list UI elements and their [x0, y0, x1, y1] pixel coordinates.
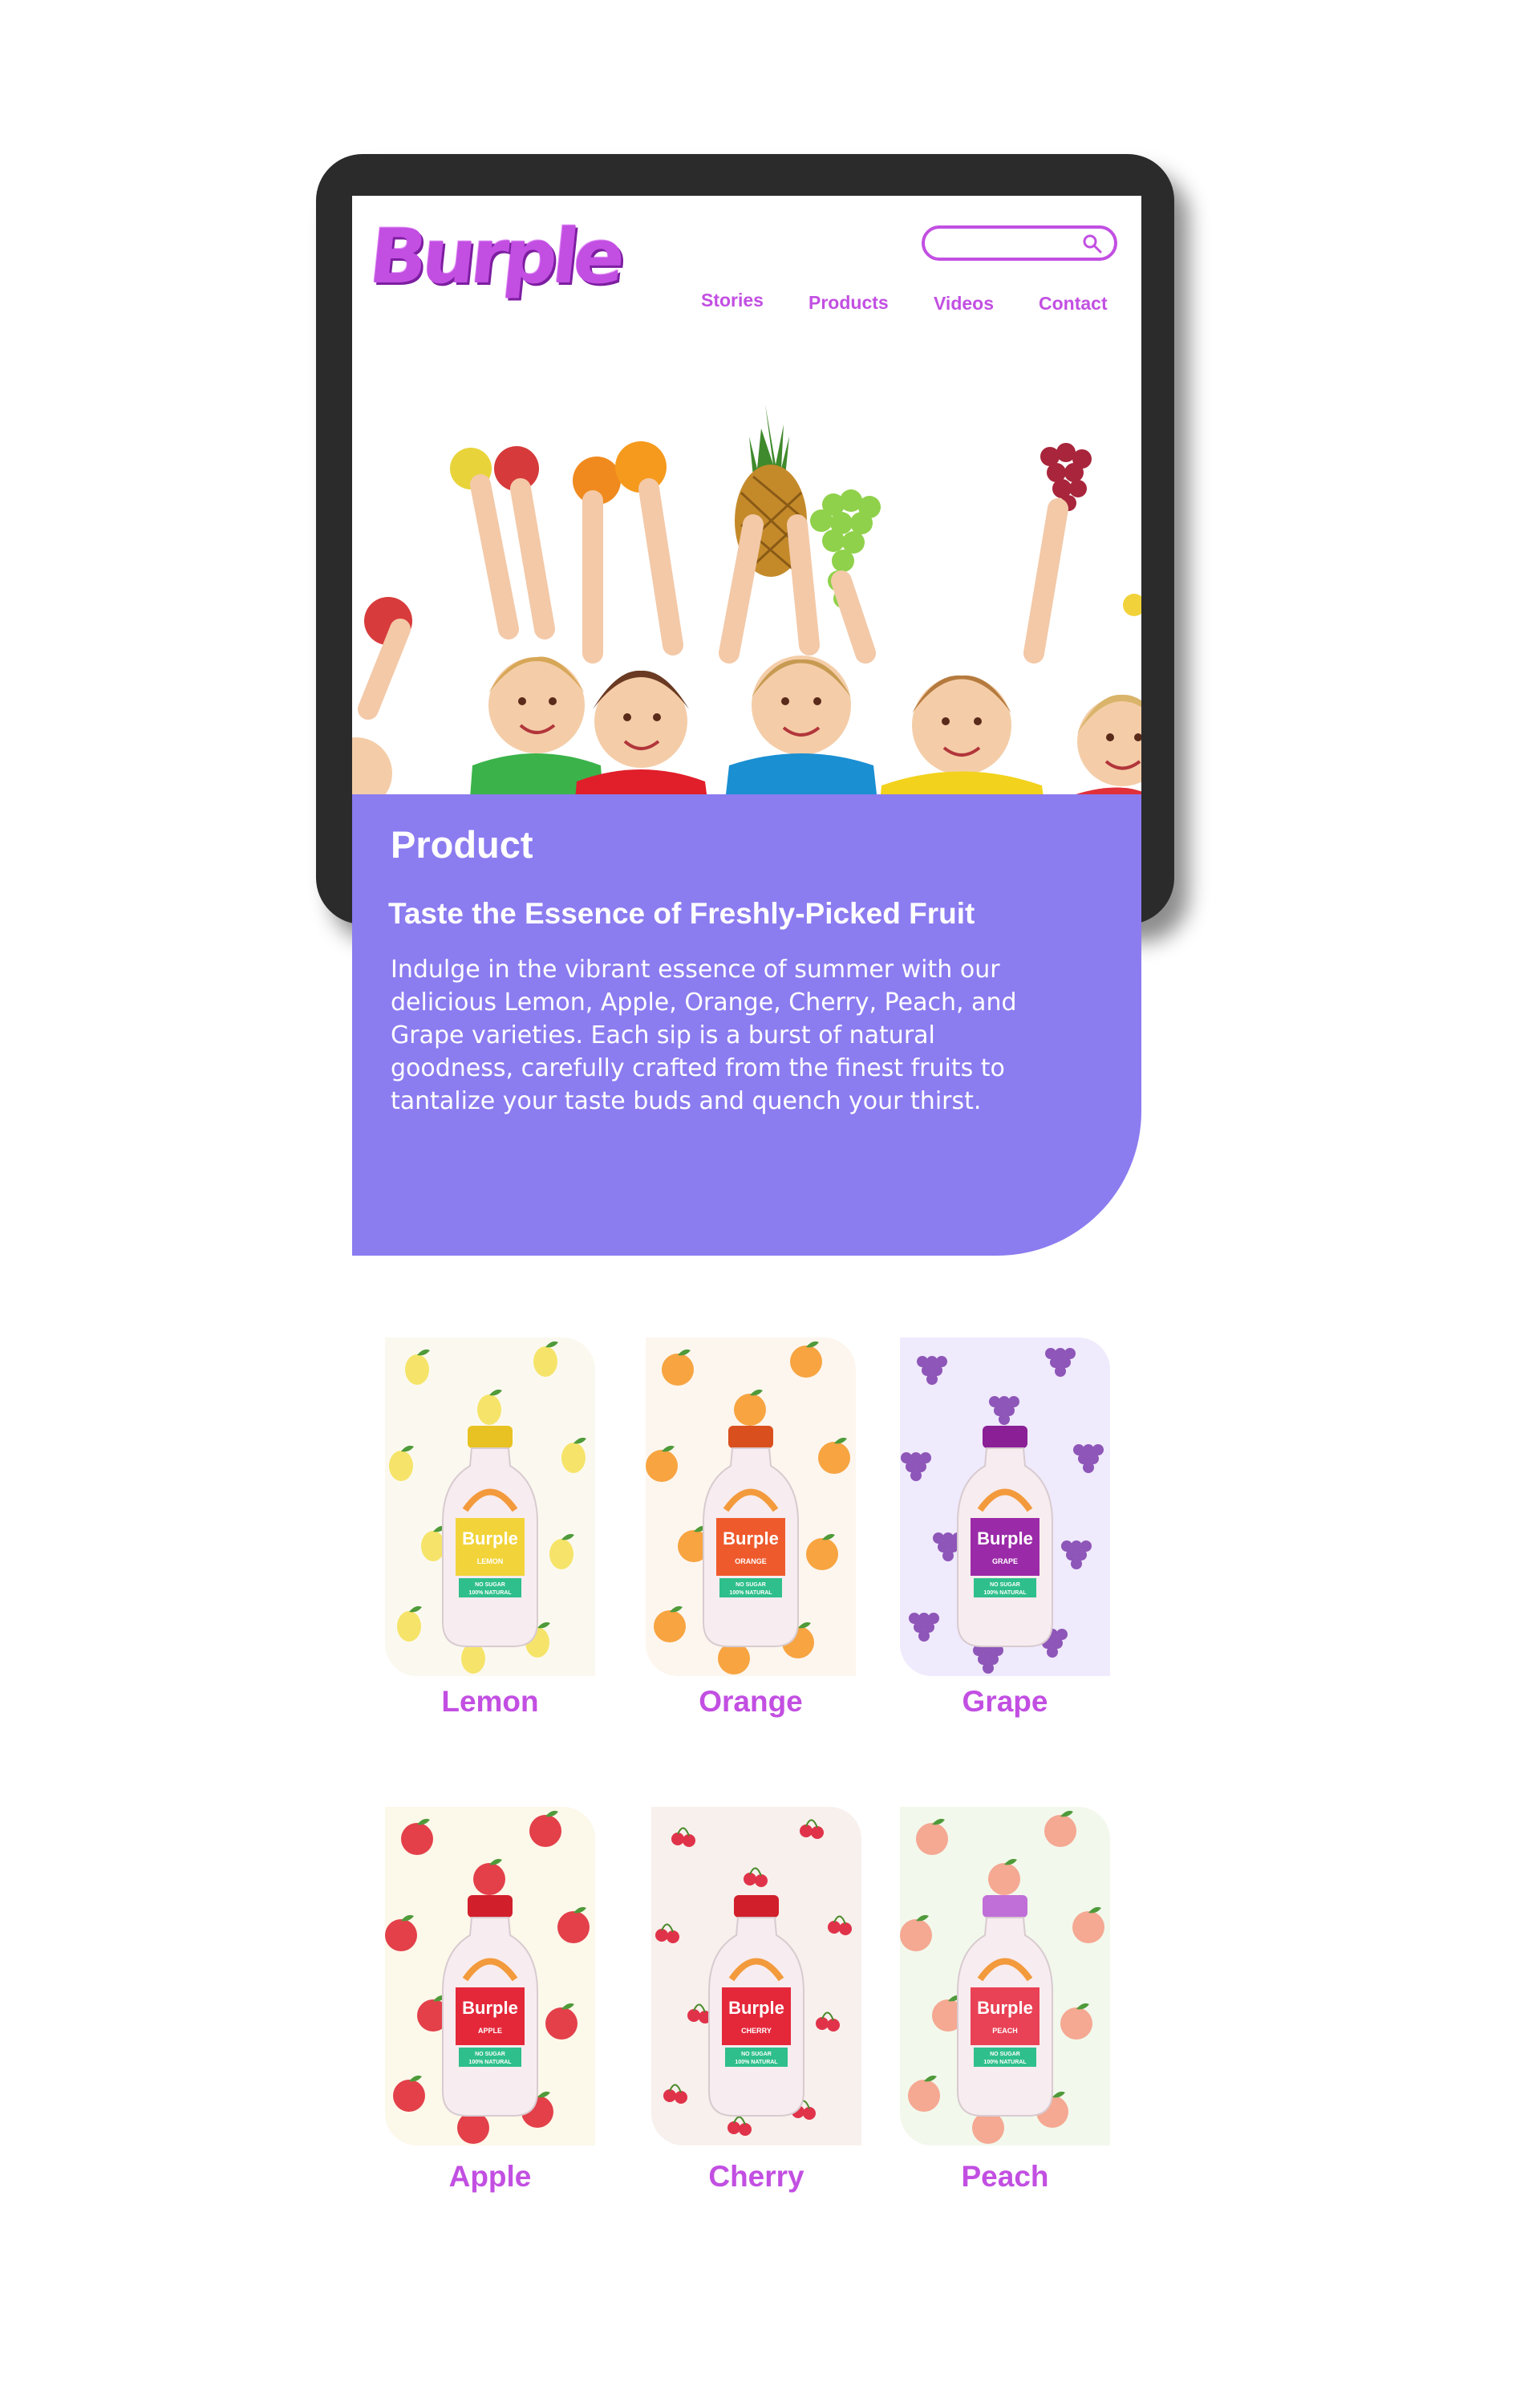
- main-nav: Stories Products Videos Contact: [352, 290, 1141, 316]
- description-line: Indulge in the vibrant essence of summer…: [391, 956, 1000, 984]
- product-image[interactable]: Burple ORANGE NO SUGAR 100% NATURAL: [646, 1337, 856, 1676]
- bottle-flavor: GRAPE: [992, 1557, 1018, 1565]
- bottle-tagline: NO SUGAR: [736, 1582, 766, 1588]
- section-title: Product: [391, 823, 533, 866]
- product-image[interactable]: Burple GRAPE NO SUGAR 100% NATURAL: [900, 1337, 1110, 1676]
- product-name-grape[interactable]: Grape: [900, 1685, 1110, 1719]
- bottle-tagline: NO SUGAR: [475, 2052, 505, 2057]
- product-image[interactable]: Burple APPLE NO SUGAR 100% NATURAL: [385, 1807, 595, 2145]
- nav-item-contact[interactable]: Contact: [1039, 293, 1108, 315]
- bottle-tagline: NO SUGAR: [990, 2052, 1020, 2057]
- description-line: goodness, carefully crafted from the fin…: [391, 1054, 1005, 1082]
- bottle-tagline: 100% NATURAL: [983, 1590, 1027, 1596]
- description-line: Grape varieties. Each sip is a burst of …: [391, 1021, 935, 1049]
- product-image[interactable]: Burple CHERRY NO SUGAR 100% NATURAL: [651, 1807, 861, 2145]
- bottle-tagline: 100% NATURAL: [729, 1590, 772, 1596]
- nav-item-stories[interactable]: Stories: [701, 290, 764, 311]
- product-image[interactable]: Burple PEACH NO SUGAR 100% NATURAL: [900, 1807, 1110, 2145]
- section-description: Indulge in the vibrant essence of summer…: [391, 953, 1096, 1118]
- nav-item-videos[interactable]: Videos: [934, 293, 994, 315]
- product-image[interactable]: Burple LEMON NO SUGAR 100% NATURAL: [385, 1337, 595, 1676]
- bottle-flavor: PEACH: [992, 2027, 1018, 2035]
- bottle-flavor: ORANGE: [735, 1557, 767, 1565]
- search-icon[interactable]: [1082, 233, 1103, 254]
- bottle-brand: Burple: [462, 1998, 518, 2018]
- tablet-screen: Burple Stories Products Videos Contact: [352, 196, 1141, 874]
- brand-logo[interactable]: Burple: [365, 213, 625, 301]
- bottle-tagline: NO SUGAR: [475, 1582, 505, 1588]
- description-line: delicious Lemon, Apple, Orange, Cherry, …: [391, 988, 1017, 1017]
- bottle-tagline: 100% NATURAL: [468, 2060, 512, 2065]
- product-name-apple[interactable]: Apple: [385, 2160, 595, 2194]
- logo-wordmark: Burple: [365, 213, 625, 301]
- search-input[interactable]: [922, 225, 1117, 261]
- product-name-orange[interactable]: Orange: [646, 1685, 856, 1719]
- nav-item-products[interactable]: Products: [808, 292, 889, 314]
- section-subtitle: Taste the Essence of Freshly-Picked Frui…: [388, 897, 975, 930]
- bottle-flavor: LEMON: [477, 1557, 504, 1565]
- bottle-tagline: NO SUGAR: [990, 1582, 1020, 1588]
- bottle-brand: Burple: [728, 1998, 784, 2018]
- bottle-brand: Burple: [462, 1528, 518, 1549]
- bottle-flavor: CHERRY: [741, 2027, 772, 2035]
- bottle-tagline: 100% NATURAL: [735, 2060, 778, 2065]
- bottle-tagline: 100% NATURAL: [983, 2060, 1027, 2065]
- product-name-peach[interactable]: Peach: [900, 2160, 1110, 2194]
- bottle-tagline: NO SUGAR: [741, 2052, 772, 2057]
- bottle-flavor: APPLE: [478, 2027, 502, 2035]
- product-name-cherry[interactable]: Cherry: [651, 2160, 861, 2194]
- bottle-brand: Burple: [723, 1528, 779, 1549]
- bottle-tagline: 100% NATURAL: [468, 1590, 512, 1596]
- description-line: tantalize your taste buds and quench you…: [391, 1087, 982, 1115]
- bottle-brand: Burple: [977, 1998, 1033, 2018]
- product-name-lemon[interactable]: Lemon: [385, 1685, 595, 1719]
- bottle-brand: Burple: [977, 1528, 1033, 1549]
